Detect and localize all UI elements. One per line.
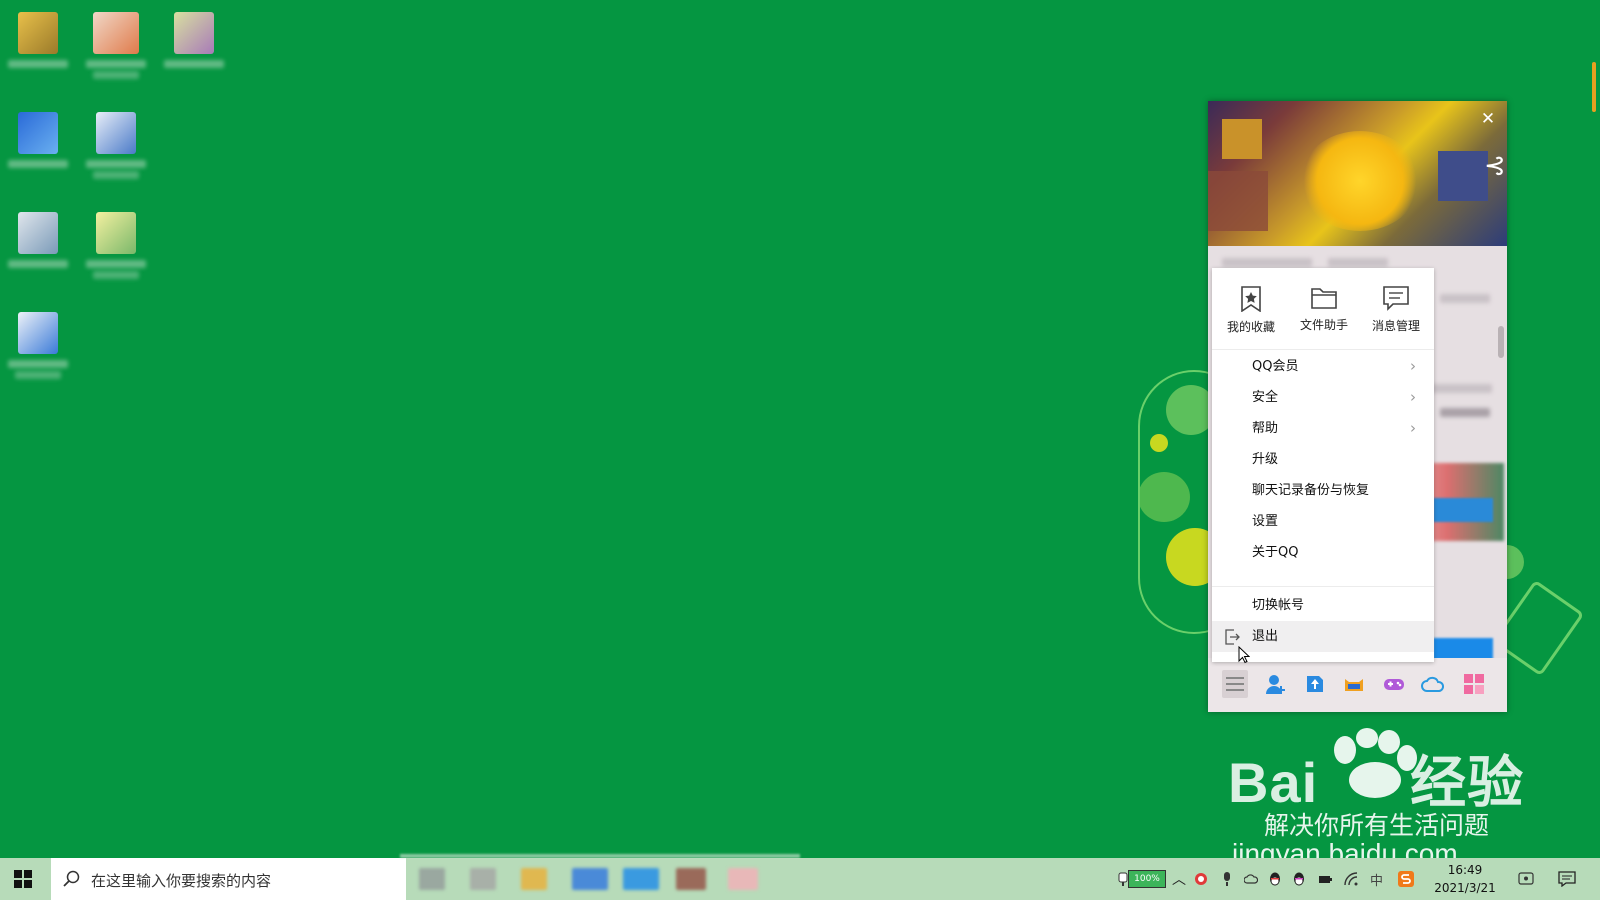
record-icon[interactable] bbox=[1194, 872, 1208, 886]
menu-item-about-qq[interactable]: 关于QQ bbox=[1212, 537, 1434, 568]
windows-taskbar: 在这里输入你要搜索的内容 100% ︿ 中 16:49 2021/3/21 bbox=[0, 854, 1600, 900]
battery-indicator[interactable]: 100% bbox=[1128, 870, 1166, 888]
desktop-icon[interactable] bbox=[78, 212, 154, 279]
watermark-slogan: 解决你所有生活问题 bbox=[1264, 811, 1490, 840]
ad-button bbox=[1433, 498, 1493, 522]
battery-icon[interactable] bbox=[1318, 872, 1332, 886]
chevron-right-icon: › bbox=[1410, 419, 1416, 437]
microphone-icon[interactable] bbox=[1220, 872, 1234, 886]
file-icon bbox=[96, 112, 136, 154]
file-icon bbox=[18, 212, 58, 254]
taskbar-app[interactable] bbox=[728, 868, 758, 890]
cat-app-icon[interactable] bbox=[1342, 672, 1366, 696]
taskbar-app[interactable] bbox=[623, 868, 659, 890]
menu-item-upgrade[interactable]: 升级 bbox=[1212, 444, 1434, 475]
folder-icon bbox=[1311, 288, 1337, 309]
search-icon bbox=[63, 870, 80, 887]
message-manager-button[interactable]: 消息管理 bbox=[1361, 286, 1431, 334]
file-icon bbox=[18, 312, 58, 354]
ad-button bbox=[1433, 638, 1493, 660]
file-icon bbox=[93, 12, 139, 54]
file-icon bbox=[96, 212, 136, 254]
sogou-input-icon[interactable] bbox=[1398, 871, 1414, 887]
file-transfer-icon[interactable] bbox=[1303, 672, 1327, 696]
taskbar-app[interactable] bbox=[676, 868, 706, 890]
scrollbar[interactable] bbox=[1498, 326, 1504, 358]
qq-main-menu: 我的收藏 文件助手 消息管理 QQ会员 › 安全 › 帮助 › 升级 聊天记录备… bbox=[1212, 268, 1434, 662]
qq-bottom-toolbar bbox=[1208, 658, 1507, 712]
desktop-icon[interactable] bbox=[78, 112, 154, 179]
menu-item-help[interactable]: 帮助 › bbox=[1212, 413, 1434, 444]
menu-item-switch-account[interactable]: 切换帐号 bbox=[1212, 590, 1434, 621]
taskbar-clock[interactable]: 16:49 2021/3/21 bbox=[1425, 861, 1505, 897]
notification-badge-icon[interactable] bbox=[1518, 871, 1534, 887]
chevron-right-icon: › bbox=[1410, 357, 1416, 375]
file-icon bbox=[174, 12, 214, 54]
file-icon bbox=[18, 112, 58, 154]
add-contact-icon[interactable] bbox=[1264, 672, 1288, 696]
close-icon[interactable]: ✕ bbox=[1478, 109, 1498, 129]
wifi-icon[interactable] bbox=[1344, 872, 1358, 886]
qq-penguin-icon[interactable] bbox=[1268, 872, 1282, 886]
menu-item-chat-backup[interactable]: 聊天记录备份与恢复 bbox=[1212, 475, 1434, 506]
taskbar-app[interactable] bbox=[470, 868, 496, 890]
menu-separator bbox=[1212, 349, 1434, 350]
ime-indicator[interactable]: 中 bbox=[1370, 870, 1383, 889]
menu-item-settings[interactable]: 设置 bbox=[1212, 506, 1434, 537]
taskbar-highlight-strip bbox=[400, 854, 800, 858]
main-menu-icon[interactable] bbox=[1222, 670, 1248, 698]
logout-icon bbox=[1225, 629, 1240, 645]
desktop-icon[interactable] bbox=[0, 212, 76, 268]
game-icon[interactable] bbox=[1382, 672, 1406, 696]
onedrive-cloud-icon[interactable] bbox=[1244, 872, 1258, 886]
file-assistant-button[interactable]: 文件助手 bbox=[1289, 286, 1359, 333]
app-manager-icon[interactable] bbox=[1462, 672, 1486, 696]
windows-start-icon[interactable] bbox=[14, 870, 32, 888]
desktop-icon[interactable] bbox=[156, 12, 232, 68]
message-icon bbox=[1383, 286, 1409, 311]
star-bookmark-icon bbox=[1241, 286, 1261, 312]
desktop-icon[interactable] bbox=[0, 112, 76, 168]
qq-penguin-icon-2[interactable] bbox=[1292, 872, 1306, 886]
taskbar-app[interactable] bbox=[419, 868, 445, 890]
screen-edge-scrollbar bbox=[1592, 62, 1596, 112]
desktop-icon[interactable] bbox=[0, 12, 76, 68]
weiyun-cloud-icon[interactable] bbox=[1421, 672, 1445, 696]
chevron-up-icon[interactable]: ︿ bbox=[1172, 869, 1186, 889]
taskbar-app[interactable] bbox=[572, 868, 608, 890]
taskbar-search-box[interactable]: 在这里输入你要搜索的内容 bbox=[51, 858, 406, 900]
menu-item-qq-vip[interactable]: QQ会员 › bbox=[1212, 351, 1434, 382]
chevron-right-icon: › bbox=[1410, 388, 1416, 406]
desktop-icon[interactable] bbox=[78, 12, 154, 79]
skin-icon[interactable]: ⊰ bbox=[1484, 153, 1506, 179]
menu-separator bbox=[1212, 586, 1434, 587]
my-favorites-button[interactable]: 我的收藏 bbox=[1216, 286, 1286, 335]
action-center-icon[interactable] bbox=[1558, 871, 1576, 887]
taskbar-app[interactable] bbox=[521, 868, 547, 890]
file-icon bbox=[18, 12, 58, 54]
mouse-cursor-icon bbox=[1238, 646, 1250, 664]
qq-profile-banner: ✕ ⊰ bbox=[1208, 101, 1507, 246]
menu-item-security[interactable]: 安全 › bbox=[1212, 382, 1434, 413]
desktop-icon[interactable] bbox=[0, 312, 76, 379]
